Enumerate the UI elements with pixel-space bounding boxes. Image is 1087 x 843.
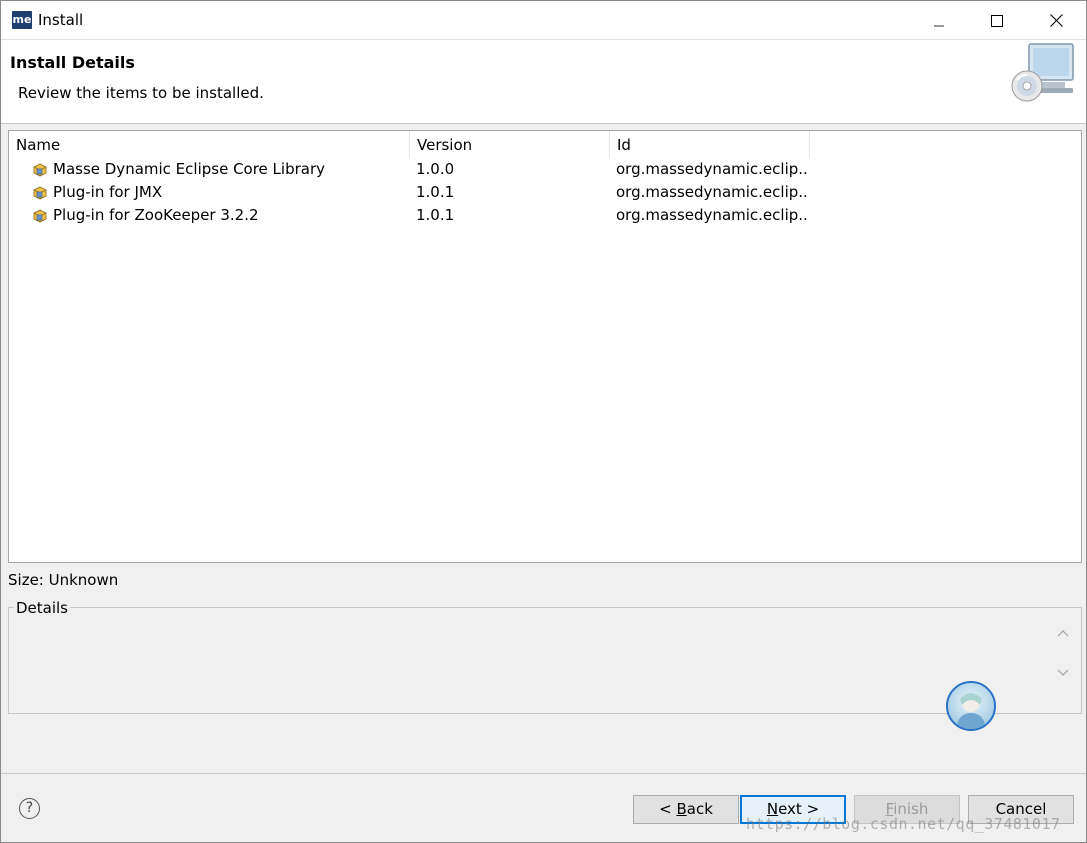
minimize-icon — [934, 25, 944, 26]
close-button[interactable] — [1027, 1, 1085, 40]
install-items-table[interactable]: Name Version Id Masse Dynamic Eclipse Co… — [8, 130, 1082, 563]
table-row[interactable]: Masse Dynamic Eclipse Core Library 1.0.0… — [9, 158, 829, 181]
app-icon: me — [12, 11, 32, 29]
help-button[interactable]: ? — [19, 798, 40, 819]
row-id: org.massedynamic.eclip... — [616, 206, 808, 224]
maximize-icon — [991, 14, 1003, 27]
scroll-down-icon[interactable] — [1057, 668, 1069, 678]
row-version: 1.0.1 — [416, 183, 455, 201]
row-id: org.massedynamic.eclip... — [616, 160, 808, 178]
watermark: https://blog.csdn.net/qq_37481017 — [746, 815, 1061, 833]
row-version: 1.0.0 — [416, 160, 455, 178]
page-description: Review the items to be installed. — [18, 84, 264, 102]
column-header-name[interactable]: Name — [9, 131, 410, 159]
details-group: Details — [8, 599, 1082, 714]
row-name: Masse Dynamic Eclipse Core Library — [53, 160, 326, 178]
title-bar[interactable]: me Install — [1, 1, 1086, 40]
table-row[interactable]: Plug-in for JMX 1.0.1 org.massedynamic.e… — [9, 181, 829, 204]
maximize-button[interactable] — [968, 1, 1026, 40]
column-header-version[interactable]: Version — [410, 131, 610, 159]
scroll-up-icon[interactable] — [1057, 628, 1069, 638]
row-version: 1.0.1 — [416, 206, 455, 224]
row-name: Plug-in for JMX — [53, 183, 163, 201]
back-button[interactable]: < Back — [633, 795, 739, 824]
plugin-feature-icon — [33, 209, 47, 223]
avatar[interactable] — [946, 681, 996, 731]
wizard-header: Install Details Review the items to be i… — [1, 40, 1086, 124]
row-id: org.massedynamic.eclip... — [616, 183, 808, 201]
install-banner-icon — [1011, 43, 1074, 102]
avatar-image — [956, 693, 986, 729]
plugin-feature-icon — [33, 163, 47, 177]
install-size-label: Size: Unknown — [8, 571, 119, 589]
plugin-feature-icon — [33, 186, 47, 200]
page-title: Install Details — [10, 53, 135, 72]
column-header-id[interactable]: Id — [610, 131, 810, 159]
close-icon — [1049, 14, 1063, 27]
minimize-button[interactable] — [910, 1, 968, 40]
window-title: Install — [38, 11, 84, 29]
install-dialog: me Install Install Details Review the it… — [0, 0, 1087, 843]
question-icon: ? — [25, 800, 34, 816]
details-legend: Details — [14, 599, 71, 617]
table-row[interactable]: Plug-in for ZooKeeper 3.2.2 1.0.1 org.ma… — [9, 204, 829, 227]
row-name: Plug-in for ZooKeeper 3.2.2 — [53, 206, 259, 224]
table-header: Name Version Id — [9, 131, 1081, 159]
footer-separator — [1, 773, 1086, 774]
